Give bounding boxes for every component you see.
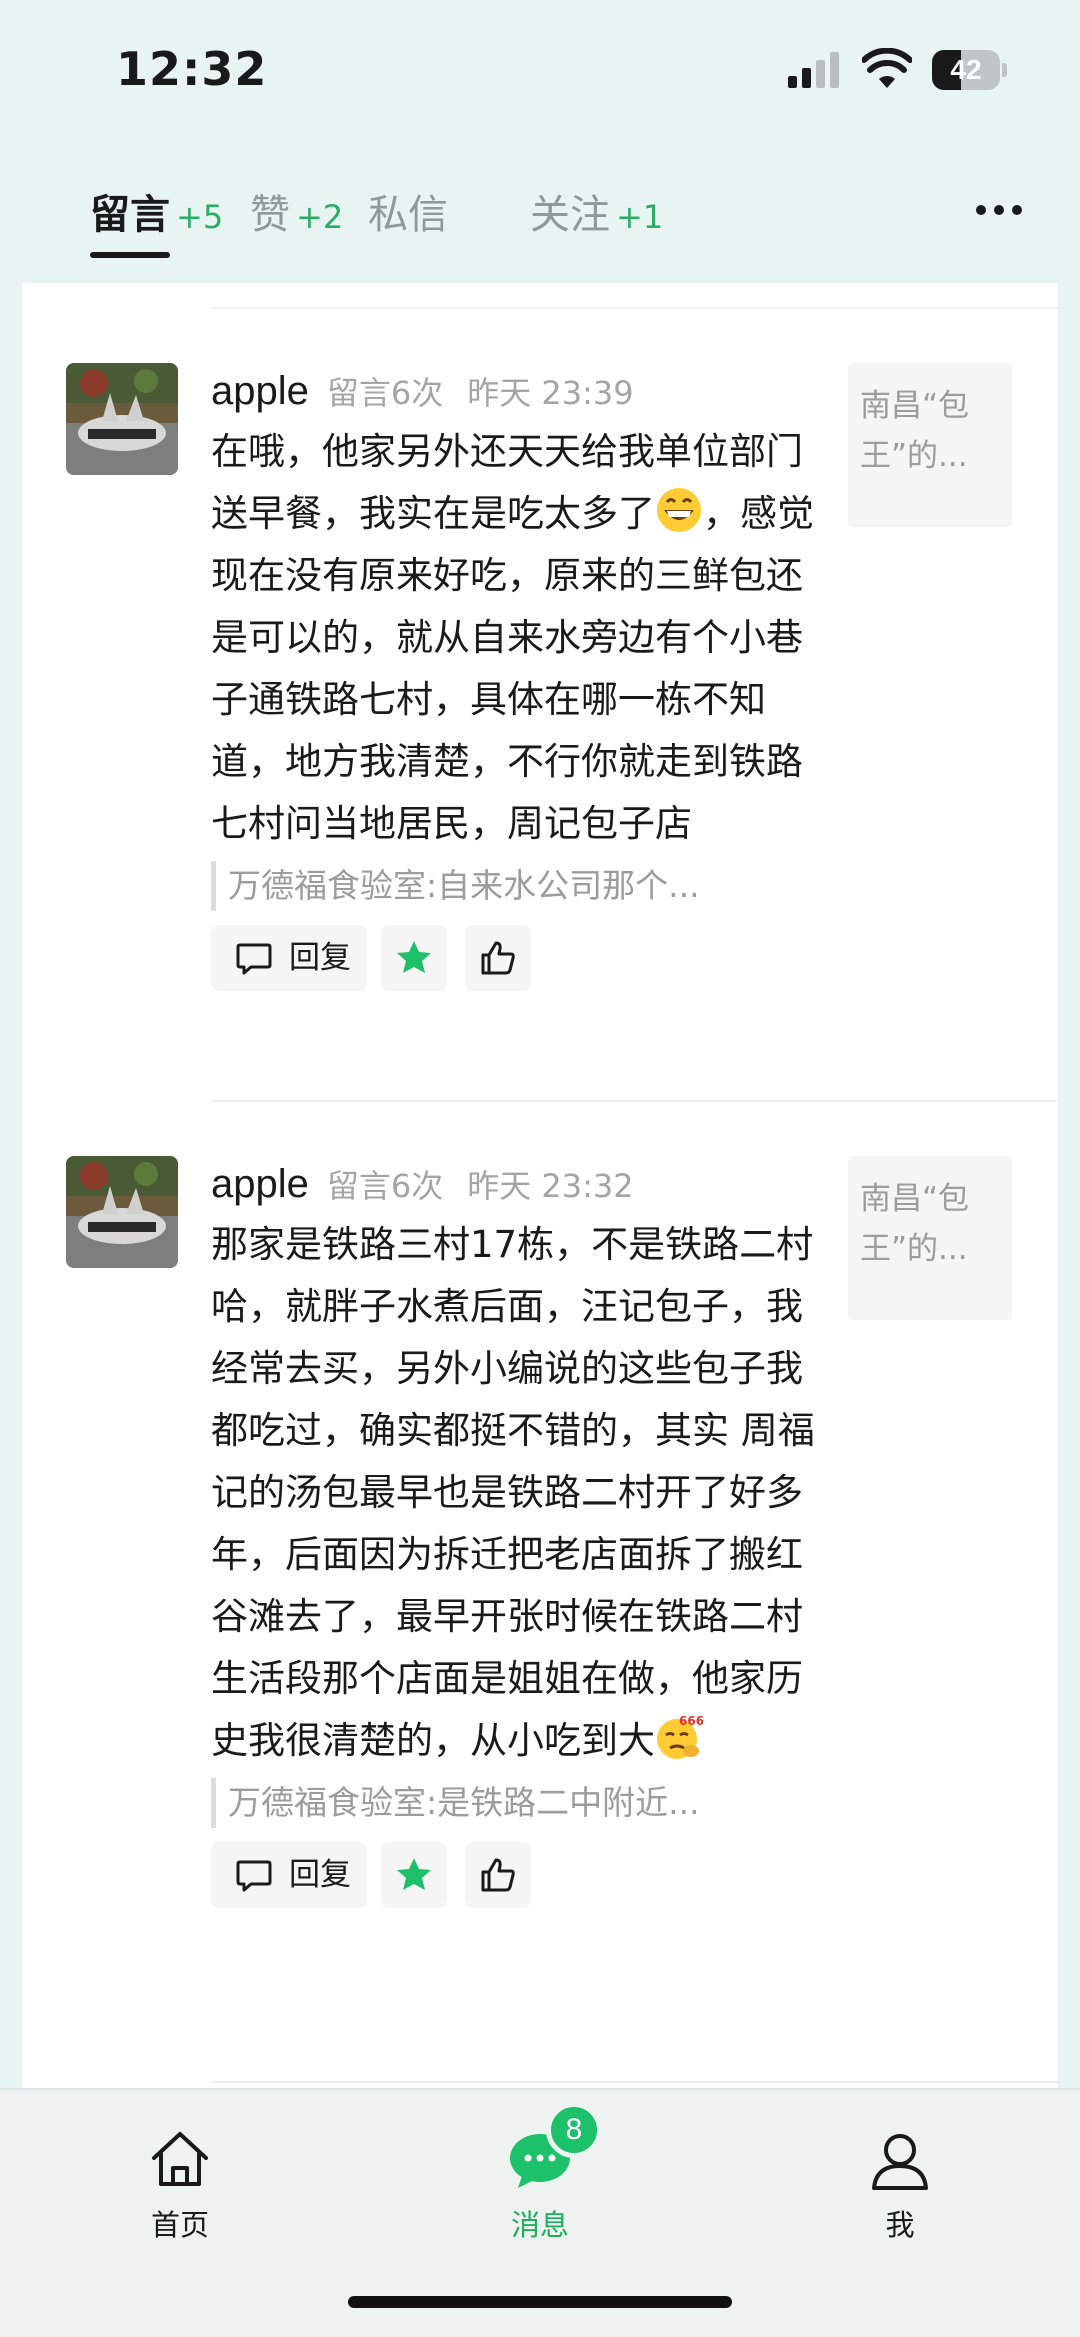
like-button[interactable]: [465, 1842, 531, 1908]
like-button[interactable]: [465, 925, 531, 991]
home-indicator[interactable]: [348, 2296, 732, 2308]
username[interactable]: apple: [211, 369, 309, 413]
message-count: 留言6次: [326, 1167, 444, 1205]
message-count: 留言6次: [326, 374, 444, 412]
quoted-reply[interactable]: 万德福食验室:是铁路二中附近...: [211, 1778, 821, 1828]
quoted-reply[interactable]: 万德福食验室:自来水公司那个...: [211, 861, 821, 911]
avatar[interactable]: [66, 1156, 178, 1268]
comment-bubble-icon: [236, 1860, 272, 1892]
tab-comments[interactable]: 留言 +5: [90, 182, 223, 240]
nav-label: 首页: [150, 2208, 209, 2242]
article-preview[interactable]: 南昌“包王”的...: [848, 363, 1012, 527]
avatar[interactable]: [66, 363, 178, 475]
comment-text: 那家是铁路三村17栋，不是铁路二村哈，就胖子水煮后面，汪记包子，我经常去买，另外…: [211, 1214, 821, 1772]
nav-label: 我: [885, 2208, 915, 2242]
reply-button[interactable]: 回复: [211, 925, 367, 991]
tab-follows[interactable]: 关注 +1: [530, 182, 663, 240]
status-time: 12:32: [116, 42, 268, 96]
username[interactable]: apple: [211, 1162, 309, 1206]
tab-likes[interactable]: 赞 +2: [250, 182, 343, 240]
thumbs-up-icon: [481, 1858, 515, 1892]
comment-bubble-icon: [236, 943, 272, 975]
battery-level: 42: [950, 54, 982, 85]
message-tabs: 留言 +5 赞 +2 私信 关注 +1: [0, 160, 1080, 270]
tab-label: 私信: [368, 192, 448, 238]
comment-time: 昨天 23:32: [467, 1167, 634, 1205]
wifi-icon: [862, 48, 912, 88]
nav-home[interactable]: 首页: [80, 2120, 280, 2250]
reply-label: 回复: [289, 1857, 351, 1893]
star-button[interactable]: [381, 1842, 447, 1908]
comment-actions: 回复: [211, 925, 821, 991]
tab-label: 赞: [250, 192, 290, 238]
unread-badge: 8: [546, 2102, 602, 2158]
comment-text: 在哦，他家另外还天天给我单位部门送早餐，我实在是吃太多了 ，感觉现在没有原来好吃…: [211, 421, 821, 855]
divider: [212, 2081, 1058, 2083]
star-icon: [397, 941, 431, 973]
thumbs-up-icon: [481, 941, 515, 975]
nav-messages[interactable]: 消息: [440, 2120, 640, 2250]
article-preview[interactable]: 南昌“包王”的...: [848, 1156, 1012, 1320]
more-options-icon[interactable]: [976, 200, 1030, 216]
profile-icon: [872, 2134, 928, 2190]
tab-label: 关注: [530, 192, 610, 238]
tab-count: +2: [296, 198, 344, 236]
nav-label: 消息: [510, 2208, 569, 2242]
status-bar: 12:32 42: [0, 0, 1080, 140]
tab-count: +1: [616, 198, 664, 236]
reply-button[interactable]: 回复: [211, 1842, 367, 1908]
tab-private-messages[interactable]: 私信: [368, 182, 448, 240]
comment-text-part: ，感觉现在没有原来好吃，原来的三鲜包还是可以的，就从自来水旁边有个小巷子通铁路七…: [211, 492, 814, 845]
divider: [212, 307, 1058, 309]
reply-label: 回复: [289, 940, 351, 976]
grinning-face-emoji-icon: [657, 488, 701, 532]
comment-text-part: 那家是铁路三村17栋，不是铁路二村哈，就胖子水煮后面，汪记包子，我经常去买，另外…: [211, 1223, 815, 1762]
home-icon: [152, 2132, 208, 2186]
666-thinking-emoji-icon: 666: [657, 1714, 703, 1759]
star-icon: [397, 1858, 431, 1890]
comment-time: 昨天 23:39: [467, 374, 634, 412]
tab-label: 留言: [90, 192, 170, 238]
tab-count: +5: [176, 198, 224, 236]
comment-list: apple 留言6次 昨天 23:39 在哦，他家另外还天天给我单位部门送早餐，我实…: [22, 283, 1058, 2088]
signal-icon: [788, 52, 839, 88]
nav-profile[interactable]: 我: [800, 2120, 1000, 2250]
divider: [212, 1100, 1058, 1102]
comment-actions: 回复: [211, 1842, 821, 1908]
svg-text:666: 666: [679, 1714, 703, 1728]
battery-icon: 42: [932, 50, 1007, 90]
active-tab-indicator: [90, 252, 170, 258]
star-button[interactable]: [381, 925, 447, 991]
